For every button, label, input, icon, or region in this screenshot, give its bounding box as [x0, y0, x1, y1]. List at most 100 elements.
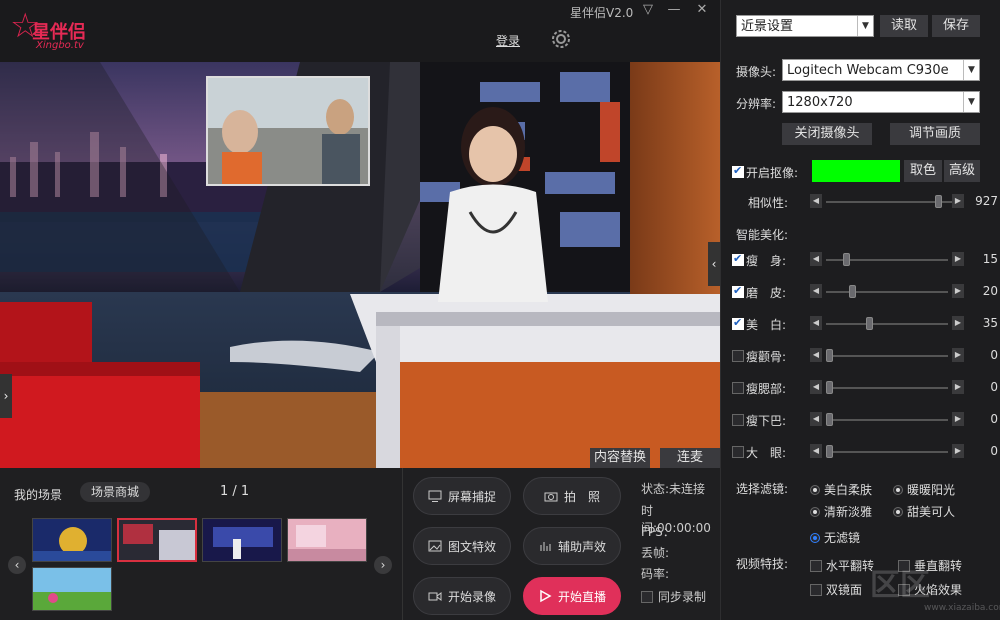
resolution-select[interactable]: 1280x720 ▼ — [782, 91, 980, 113]
filter-option[interactable]: 暖暖阳光 — [893, 481, 955, 498]
maximize-button[interactable]: — — [664, 2, 684, 20]
preset-select[interactable]: 近景设置 ▼ — [736, 15, 874, 37]
beauty-knob[interactable] — [826, 445, 833, 458]
filter-option[interactable]: 甜美可人 — [893, 503, 955, 520]
start-record-button[interactable]: 开始录像 — [413, 577, 511, 615]
beauty-track[interactable] — [826, 419, 948, 421]
filter-label: 清新淡雅 — [824, 505, 873, 519]
pick-color-button[interactable]: 取色 — [904, 160, 942, 182]
advanced-button[interactable]: 高级 — [944, 160, 980, 182]
decrease-arrow-icon[interactable]: ◀ — [810, 348, 822, 362]
aux-sound-label: 辅助声效 — [557, 539, 606, 554]
increase-arrow-icon[interactable]: ▶ — [952, 348, 964, 362]
key-color-swatch[interactable] — [812, 160, 900, 182]
radio-icon — [810, 532, 820, 543]
login-link[interactable]: 登录 — [496, 32, 520, 49]
beauty-checkbox[interactable] — [732, 382, 744, 394]
filter-option[interactable]: 美白柔肤 — [810, 481, 872, 498]
beauty-knob[interactable] — [849, 285, 856, 298]
increase-arrow-icon[interactable]: ▶ — [952, 412, 964, 426]
scene-thumbnail[interactable] — [32, 518, 112, 562]
similarity-track[interactable] — [826, 201, 952, 203]
beauty-knob[interactable] — [843, 253, 851, 266]
beauty-checkbox[interactable] — [732, 446, 744, 458]
similarity-knob[interactable] — [935, 195, 943, 208]
increase-arrow-icon[interactable]: ▶ — [952, 444, 964, 458]
filter-option[interactable]: 清新淡雅 — [810, 503, 872, 520]
camera-label: 摄像头: — [736, 65, 777, 79]
beauty-value: 20 — [982, 284, 998, 298]
filter-option-selected[interactable]: 无滤镜 — [810, 529, 860, 546]
decrease-arrow-icon[interactable]: ◀ — [810, 444, 822, 458]
scene-thumbnail[interactable] — [287, 518, 367, 562]
decrease-arrow-icon[interactable]: ◀ — [810, 316, 822, 330]
beauty-checkbox[interactable] — [732, 350, 744, 362]
beauty-checkbox[interactable] — [732, 316, 744, 330]
adjust-image-button[interactable]: 调节画质 — [890, 123, 980, 145]
chevron-down-icon: ▼ — [963, 92, 979, 112]
decrease-arrow-icon[interactable]: ◀ — [810, 252, 822, 266]
prev-scene-arrow[interactable]: ‹ — [8, 556, 26, 574]
increase-arrow-icon[interactable]: ▶ — [952, 252, 964, 266]
video-preview: ‹ › — [0, 62, 720, 468]
increase-arrow-icon[interactable]: ▶ — [952, 194, 964, 208]
scene-thumbnail-selected[interactable] — [117, 518, 197, 562]
effect-option[interactable]: 双镜面 — [810, 581, 862, 598]
decrease-arrow-icon[interactable]: ◀ — [810, 194, 822, 208]
read-button[interactable]: 读取 — [880, 15, 928, 37]
app-logo: ☆ 星伴侣 Xingbo.tv — [10, 8, 100, 54]
increase-arrow-icon[interactable]: ▶ — [952, 380, 964, 394]
start-live-button[interactable]: 开始直播 — [523, 577, 621, 615]
equalizer-icon — [540, 542, 551, 551]
beauty-knob[interactable] — [866, 317, 874, 330]
beauty-checkbox[interactable] — [732, 252, 744, 266]
gear-icon[interactable] — [548, 26, 574, 52]
collapse-left-tab[interactable]: › — [0, 374, 12, 418]
aux-sound-button[interactable]: 辅助声效 — [523, 527, 621, 565]
photo-button[interactable]: 拍 照 — [523, 477, 621, 515]
decrease-arrow-icon[interactable]: ◀ — [810, 380, 822, 394]
beauty-slider-row: 磨 皮: ◀ ▶ 20 — [730, 282, 998, 302]
beauty-checkbox[interactable] — [732, 414, 744, 426]
effect-checkbox[interactable] — [810, 583, 822, 596]
content-replace-button[interactable]: 内容替换 — [590, 448, 650, 468]
beauty-value: 0 — [990, 348, 998, 362]
collapse-right-tab[interactable]: ‹ — [708, 242, 720, 286]
beauty-track[interactable] — [826, 387, 948, 389]
beauty-knob[interactable] — [826, 413, 833, 426]
effect-checkbox[interactable] — [810, 559, 822, 572]
increase-arrow-icon[interactable]: ▶ — [952, 316, 964, 330]
co-host-button[interactable]: 连麦 — [660, 448, 720, 468]
increase-arrow-icon[interactable]: ▶ — [952, 284, 964, 298]
radio-icon — [810, 506, 820, 517]
scene-thumbnail[interactable] — [202, 518, 282, 562]
beauty-knob[interactable] — [826, 381, 833, 394]
sync-record-checkbox[interactable] — [641, 590, 653, 603]
decrease-arrow-icon[interactable]: ◀ — [810, 284, 822, 298]
minimize-button[interactable]: ▽ — [638, 2, 658, 20]
close-button[interactable]: ✕ — [692, 2, 712, 20]
keying-label: 开启抠像: — [746, 166, 799, 180]
sync-record-option[interactable]: 同步录制 — [641, 588, 706, 605]
beauty-track[interactable] — [826, 323, 948, 325]
effect-option[interactable]: 水平翻转 — [810, 557, 874, 574]
save-button[interactable]: 保存 — [932, 15, 980, 37]
beauty-track[interactable] — [826, 451, 948, 453]
screen-capture-button[interactable]: 屏幕捕捉 — [413, 477, 511, 515]
beauty-track[interactable] — [826, 355, 948, 357]
video-camera-icon — [428, 592, 442, 601]
decrease-arrow-icon[interactable]: ◀ — [810, 412, 822, 426]
keying-checkbox[interactable] — [732, 164, 744, 178]
my-scenes-tab[interactable]: 我的场景 — [14, 486, 62, 503]
beauty-knob[interactable] — [826, 349, 833, 362]
filter-label: 美白柔肤 — [824, 483, 873, 497]
next-scene-arrow[interactable]: › — [374, 556, 392, 574]
beauty-label: 瘦 身: — [746, 254, 787, 268]
scene-mall-tab[interactable]: 场景商城 — [80, 482, 150, 502]
camera-select[interactable]: Logitech Webcam C930e ▼ — [782, 59, 980, 81]
close-camera-button[interactable]: 关闭摄像头 — [782, 123, 872, 145]
beauty-track[interactable] — [826, 291, 948, 293]
scene-thumbnail[interactable] — [32, 567, 112, 611]
beauty-checkbox[interactable] — [732, 284, 744, 298]
graphic-fx-button[interactable]: 图文特效 — [413, 527, 511, 565]
